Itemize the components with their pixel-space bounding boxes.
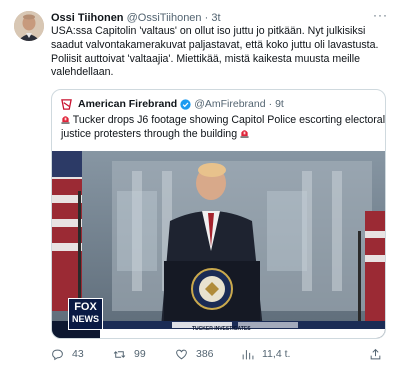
quoted-text-line: Tucker drops J6 footage showing Capitol … bbox=[72, 114, 386, 126]
quoted-author-handle[interactable]: @AmFirebrand bbox=[194, 97, 265, 111]
quoted-text-line: justice protesters through the building bbox=[61, 128, 238, 140]
avatar-image bbox=[14, 11, 44, 41]
tweet-header: Ossi Tiihonen @OssiTiihonen · 3t bbox=[51, 10, 386, 26]
quoted-tweet-header: American Firebrand @AmFirebrand · 9t bbox=[61, 97, 284, 111]
views-chart-icon bbox=[242, 349, 254, 359]
siren-emoji-icon bbox=[240, 130, 249, 138]
quoted-author-name[interactable]: American Firebrand bbox=[78, 97, 177, 111]
author-handle[interactable]: @OssiTiihonen bbox=[127, 12, 202, 24]
fox-logo-top: FOX bbox=[74, 301, 97, 313]
author-name[interactable]: Ossi Tiihonen bbox=[51, 12, 124, 24]
video-thumbnail[interactable]: FOX NEWS TUCKER INVESTIGATES bbox=[52, 151, 385, 338]
author-avatar[interactable] bbox=[14, 11, 44, 41]
reply-icon bbox=[52, 349, 63, 360]
retweet-icon bbox=[113, 350, 126, 358]
tweet-text: USA:ssa Capitolin 'valtaus' on ollut iso… bbox=[51, 25, 386, 80]
tweet-text-line: saadut valvontakamerakuvat paljastavat, … bbox=[51, 38, 379, 51]
tweet-timestamp[interactable]: 3t bbox=[211, 12, 220, 24]
like-count: 386 bbox=[196, 348, 214, 360]
fox-logo-bottom: NEWS bbox=[72, 314, 99, 324]
retweet-button[interactable]: 99 bbox=[113, 346, 146, 362]
separator-dot: · bbox=[268, 98, 273, 110]
view-count: 11,4 t. bbox=[262, 348, 291, 360]
fox-news-logo: FOX NEWS bbox=[68, 298, 103, 330]
share-button[interactable] bbox=[369, 346, 390, 362]
tweet-text-line: Poliisit auttoivat 'valtaajia'. Miettikä… bbox=[51, 52, 361, 65]
tweet-text-line: valehdellaan. bbox=[51, 66, 114, 79]
heart-icon bbox=[176, 349, 187, 359]
separator-dot: · bbox=[204, 12, 209, 24]
share-icon bbox=[370, 348, 381, 359]
tweet[interactable]: Ossi Tiihonen @OssiTiihonen · 3t ··· USA… bbox=[0, 0, 400, 376]
siren-emoji-icon bbox=[61, 116, 70, 124]
more-options-button[interactable]: ··· bbox=[373, 8, 388, 22]
american-firebrand-logo-icon bbox=[61, 98, 72, 110]
views-button[interactable]: 11,4 t. bbox=[241, 346, 290, 362]
like-button[interactable]: 386 bbox=[175, 346, 214, 362]
quoted-timestamp[interactable]: 9t bbox=[275, 97, 284, 111]
reply-button[interactable]: 43 bbox=[51, 346, 84, 362]
quoted-tweet-text: Tucker drops J6 footage showing Capitol … bbox=[61, 113, 385, 141]
tweet-text-line: USA:ssa Capitolin 'valtaus' on ollut iso… bbox=[51, 25, 366, 37]
retweet-count: 99 bbox=[134, 348, 146, 360]
reply-count: 43 bbox=[72, 348, 84, 360]
verified-badge-icon bbox=[180, 98, 191, 110]
ticker-text: TUCKER INVESTIGATES bbox=[192, 326, 251, 332]
quoted-tweet[interactable]: American Firebrand @AmFirebrand · 9t Tuc… bbox=[51, 89, 386, 339]
tweet-actions: 43 99 386 11,4 t. bbox=[51, 346, 386, 362]
